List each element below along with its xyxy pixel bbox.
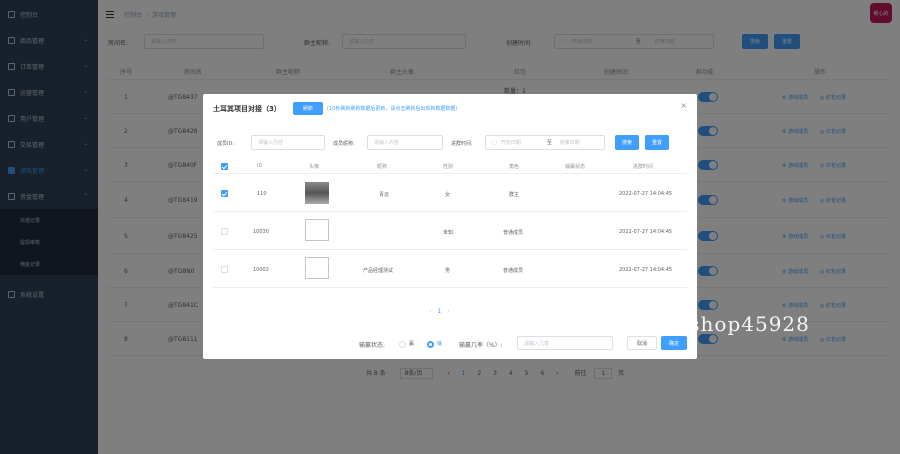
member-role: 普通成员	[503, 230, 524, 236]
lose-radio[interactable]	[427, 341, 434, 348]
member-id: 10002	[253, 267, 269, 273]
member-avatar	[305, 182, 329, 204]
dialog-reset-button[interactable]: 重置	[645, 135, 669, 150]
row-checkbox[interactable]	[221, 266, 228, 273]
member-role: 普通成员	[503, 268, 524, 274]
member-id-input[interactable]: 请输入内容	[251, 135, 325, 150]
member-nick-label: 成员昵称:	[333, 141, 355, 147]
row-checkbox[interactable]	[221, 228, 228, 235]
win-state-label: 输赢状态:	[359, 342, 386, 349]
member-id-label: 成员ID:	[217, 141, 235, 147]
dialog-search-button[interactable]: 搜索	[615, 135, 639, 150]
select-all-checkbox[interactable]	[221, 163, 228, 170]
member-role: 群主	[509, 192, 520, 198]
member-join-time: 2022-07-27 14:04:45	[619, 191, 673, 197]
column-header: 进群时间	[633, 164, 654, 170]
dialog-title: 土耳其项目对接（3）	[213, 105, 281, 113]
member-gender: 女	[445, 192, 451, 198]
members-table-header: ID 头像 昵称 性别 角色 输赢状态 进群时间	[213, 160, 687, 174]
join-time-label: 进群时间:	[451, 141, 473, 147]
refresh-button[interactable]: 刷新	[293, 102, 323, 115]
calendar-icon: ▢	[492, 139, 497, 146]
join-date-range-input[interactable]: ▢ 开始日期 至 结束日期	[485, 135, 605, 150]
column-header: 角色	[509, 164, 520, 170]
member-row: 10030 未知 普通成员 2022-07-27 14:04:45	[213, 212, 687, 250]
column-header: 昵称	[377, 164, 388, 170]
win-rate-input[interactable]: 请输入几率	[517, 336, 613, 350]
end-date: 结束日期	[559, 140, 580, 146]
confirm-button[interactable]: 确定	[661, 336, 687, 350]
member-join-time: 2022-07-27 14:04:45	[619, 267, 673, 273]
member-gender: 未知	[443, 230, 454, 236]
row-checkbox[interactable]	[221, 190, 228, 197]
member-avatar	[305, 257, 329, 279]
refresh-tip: (10秒刷新刷新数据后更新，请点击刷新后出现新数据数据)	[327, 106, 458, 112]
column-header: 性别	[443, 164, 454, 170]
member-avatar	[305, 219, 329, 241]
member-nick: 青云	[379, 192, 390, 198]
cancel-button[interactable]: 取消	[627, 336, 657, 350]
member-gender: 男	[445, 268, 451, 274]
column-header: 输赢状态	[565, 164, 586, 170]
range-separator: 至	[546, 140, 552, 146]
close-icon[interactable]: ×	[680, 101, 687, 110]
member-nick-input[interactable]: 请输入内容	[367, 135, 443, 150]
member-id: 110	[257, 191, 267, 197]
member-nick: 产品经理测试	[363, 268, 394, 274]
lose-radio-label: 输	[437, 341, 443, 347]
column-header: 头像	[309, 164, 320, 170]
win-radio[interactable]	[399, 341, 406, 348]
win-rate-label: 输赢几率（%）:	[459, 342, 503, 349]
start-date: 开始日期	[500, 140, 521, 146]
member-row: 110 青云 女 群主 2022-07-27 14:04:45	[213, 174, 687, 212]
win-radio-label: 赢	[409, 341, 415, 347]
column-header: ID	[257, 163, 263, 169]
member-join-time: 2022-07-27 14:04:45	[619, 229, 673, 235]
watermark: https://www.huzhan.com/ishop45928	[402, 312, 810, 336]
member-row: 10002 产品经理测试 男 普通成员 2022-07-27 14:04:45	[213, 250, 687, 288]
member-id: 10030	[253, 229, 269, 235]
